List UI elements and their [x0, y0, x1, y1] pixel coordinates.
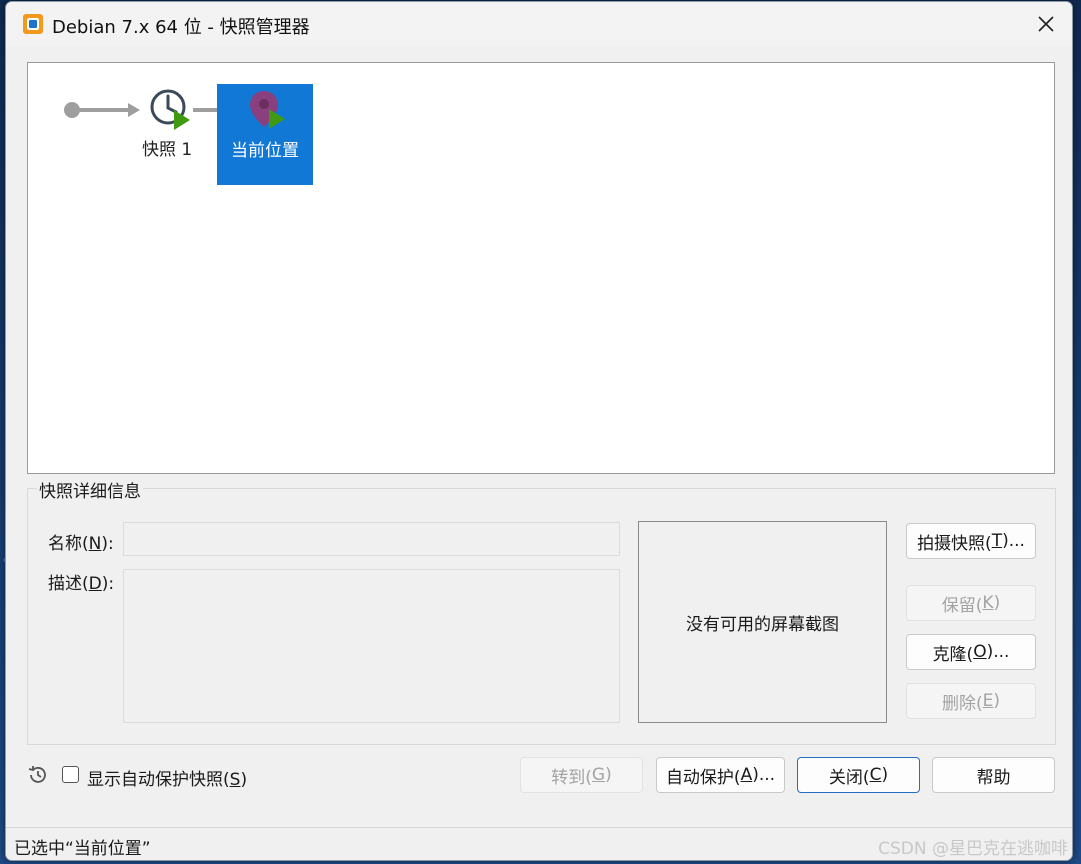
keep-suffix: ) — [993, 593, 1001, 613]
name-label-prefix: 名称( — [48, 534, 89, 554]
show-autoprotect-checkbox[interactable] — [62, 766, 79, 783]
close-suffix: ) — [881, 765, 889, 785]
close-button[interactable]: 关闭(C) — [797, 757, 920, 793]
description-field[interactable] — [123, 569, 620, 723]
show-autoprotect-text: 显示自动保护快照( — [87, 770, 230, 790]
take-snapshot-button[interactable]: 拍摄快照(T)... — [906, 523, 1036, 559]
history-icon — [28, 766, 46, 783]
keep-label: 保留( — [941, 595, 983, 616]
status-text: 已选中“当前位置” — [14, 839, 151, 859]
autoprotect-suffix: )... — [752, 765, 776, 785]
current-location-icon — [250, 91, 285, 129]
goto-button[interactable]: 转到(G) — [520, 757, 643, 793]
snapshot-clock-icon — [150, 89, 190, 130]
take-snapshot-label: 拍摄快照( — [917, 533, 992, 554]
description-label-prefix: 描述( — [48, 574, 89, 594]
show-autoprotect-suffix: ) — [240, 770, 248, 790]
name-label: 名称(N): — [48, 529, 114, 554]
name-label-suffix: ): — [101, 534, 114, 554]
delete-button[interactable]: 删除(E) — [906, 683, 1036, 719]
details-legend: 快照详细信息 — [37, 477, 143, 502]
delete-accesskey: E — [982, 691, 994, 711]
close-icon — [1038, 16, 1054, 32]
root-node-dot — [64, 102, 80, 118]
no-screenshot-text: 没有可用的屏幕截图 — [686, 614, 839, 635]
show-autoprotect-accesskey: S — [229, 770, 241, 790]
snapshot-tree-panel[interactable]: 快照 1 当前位置 — [27, 62, 1055, 474]
show-autoprotect-label[interactable]: 显示自动保护快照(S) — [87, 765, 247, 790]
bottom-action-row: 显示自动保护快照(S) 转到(G) 自动保护(A)... 关闭(C) 帮助 — [6, 752, 1072, 802]
name-field[interactable] — [123, 522, 620, 556]
goto-label: 转到( — [551, 767, 592, 788]
current-location-node[interactable]: 当前位置 — [217, 84, 313, 185]
take-snapshot-suffix: )... — [1002, 531, 1025, 551]
snapshot-node-label: 快照 1 — [142, 140, 193, 160]
vmware-app-icon — [23, 14, 43, 34]
keep-accesskey: K — [982, 593, 994, 613]
autoprotect-accesskey: A — [740, 765, 753, 785]
close-accesskey: C — [869, 765, 882, 785]
description-label-suffix: ): — [101, 574, 115, 594]
delete-suffix: ) — [993, 691, 1001, 711]
clone-label: 克隆( — [932, 644, 974, 665]
close-label: 关闭( — [828, 767, 870, 788]
keep-button[interactable]: 保留(K) — [906, 585, 1036, 621]
clone-suffix: )... — [986, 642, 1010, 662]
description-label-accesskey: D — [88, 574, 102, 594]
snapshot-details-group: 快照详细信息 名称(N): 描述(D): 没有可用的屏幕截图 拍摄快照(T)..… — [27, 477, 1056, 745]
title-bar: Debian 7.x 64 位 - 快照管理器 — [6, 2, 1072, 46]
close-window-button[interactable] — [1024, 6, 1068, 42]
delete-label: 删除( — [941, 693, 983, 714]
autoprotect-button[interactable]: 自动保护(A)... — [656, 757, 785, 793]
clone-accesskey: O — [973, 642, 987, 662]
window-title: Debian 7.x 64 位 - 快照管理器 — [52, 17, 310, 38]
watermark: CSDN @星巴克在逃咖啡 — [878, 839, 1068, 859]
goto-accesskey: G — [591, 765, 606, 785]
snapshot-manager-window: Debian 7.x 64 位 - 快照管理器 快照 1 当前位置 快照详细信息… — [5, 1, 1073, 861]
goto-suffix: ) — [605, 765, 612, 785]
description-label: 描述(D): — [48, 569, 114, 594]
clone-button[interactable]: 克隆(O)... — [906, 634, 1036, 670]
help-button[interactable]: 帮助 — [932, 757, 1055, 793]
name-label-accesskey: N — [88, 534, 102, 554]
status-bar: 已选中“当前位置” CSDN @星巴克在逃咖啡 — [6, 827, 1072, 860]
snapshot-node-1[interactable]: 快照 1 — [138, 87, 200, 160]
take-snapshot-accesskey: T — [991, 531, 1003, 551]
current-location-label: 当前位置 — [231, 141, 299, 161]
screenshot-preview: 没有可用的屏幕截图 — [638, 521, 887, 723]
autoprotect-label: 自动保护( — [665, 767, 741, 788]
